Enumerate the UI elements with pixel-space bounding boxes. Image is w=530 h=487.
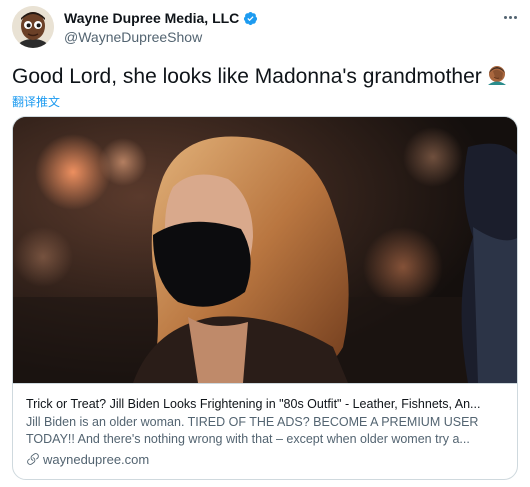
card-description-line-2: TODAY!! And there's nothing wrong with t… [26, 432, 470, 446]
facepalm-emoji-icon [487, 66, 506, 85]
avatar[interactable] [12, 6, 54, 48]
more-options-icon[interactable] [500, 10, 520, 24]
card-description-line-1: Jill Biden is an older woman. TIRED OF T… [26, 415, 479, 429]
tweet-text-content: Good Lord, she looks like Madonna's gran… [12, 65, 482, 88]
cartoon-avatar-icon [12, 6, 54, 48]
card-domain-text: waynedupree.com [43, 451, 150, 467]
link-icon [27, 453, 39, 465]
tweet: Wayne Dupree Media, LLC @WayneDupreeShow… [0, 0, 530, 487]
card-body: Trick or Treat? Jill Biden Looks Frighte… [13, 383, 517, 479]
user-info: Wayne Dupree Media, LLC @WayneDupreeShow [64, 9, 258, 45]
card-domain: waynedupree.com [26, 450, 506, 468]
card-image [13, 117, 517, 383]
display-name[interactable]: Wayne Dupree Media, LLC [64, 10, 239, 26]
card-title: Trick or Treat? Jill Biden Looks Frighte… [26, 397, 481, 411]
verified-badge-icon [244, 11, 258, 25]
tweet-text: Good Lord, she looks like Madonna's gran… [12, 64, 508, 90]
card-description: Jill Biden is an older woman. TIRED OF T… [26, 414, 506, 448]
user-handle[interactable]: @WayneDupreeShow [64, 29, 258, 45]
link-card[interactable]: Trick or Treat? Jill Biden Looks Frighte… [12, 116, 518, 480]
translate-tweet-link[interactable]: 翻译推文 [12, 93, 60, 110]
